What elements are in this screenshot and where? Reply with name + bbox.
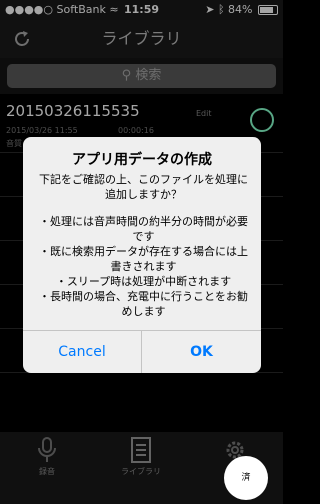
dialog-note: ・既に検索用データが存在する場合には上書きされます	[39, 245, 248, 273]
dialog-note: ・スリープ時は処理が中断されます	[55, 275, 232, 288]
dialog-question: 下記をご確認の上、このファイルを処理に追加しますか？	[39, 173, 248, 201]
ok-button[interactable]: OK	[142, 331, 261, 373]
dialog-title: アプリ用データの作成	[72, 152, 212, 168]
badge-label: 済	[241, 473, 251, 483]
dialog-note: ・長時間の場合、充電中に行うことをお勧めします	[39, 290, 248, 318]
dialog-button-bar: Cancel OK	[23, 330, 261, 373]
watermark-badge: 済	[224, 456, 268, 500]
dialog-notes: ・処理には音声時間の約半分の時間が必要です ・既に検索用データが存在する場合には…	[36, 214, 251, 319]
alert-dialog: アプリ用データの作成 下記をご確認の上、このファイルを処理に追加しますか？ ・処…	[23, 137, 261, 373]
dialog-message: 下記をご確認の上、このファイルを処理に追加しますか？ ・処理には音声時間の約半分…	[36, 172, 251, 319]
dialog-note: ・処理には音声時間の約半分の時間が必要です	[39, 215, 248, 243]
cancel-button[interactable]: Cancel	[23, 331, 142, 373]
